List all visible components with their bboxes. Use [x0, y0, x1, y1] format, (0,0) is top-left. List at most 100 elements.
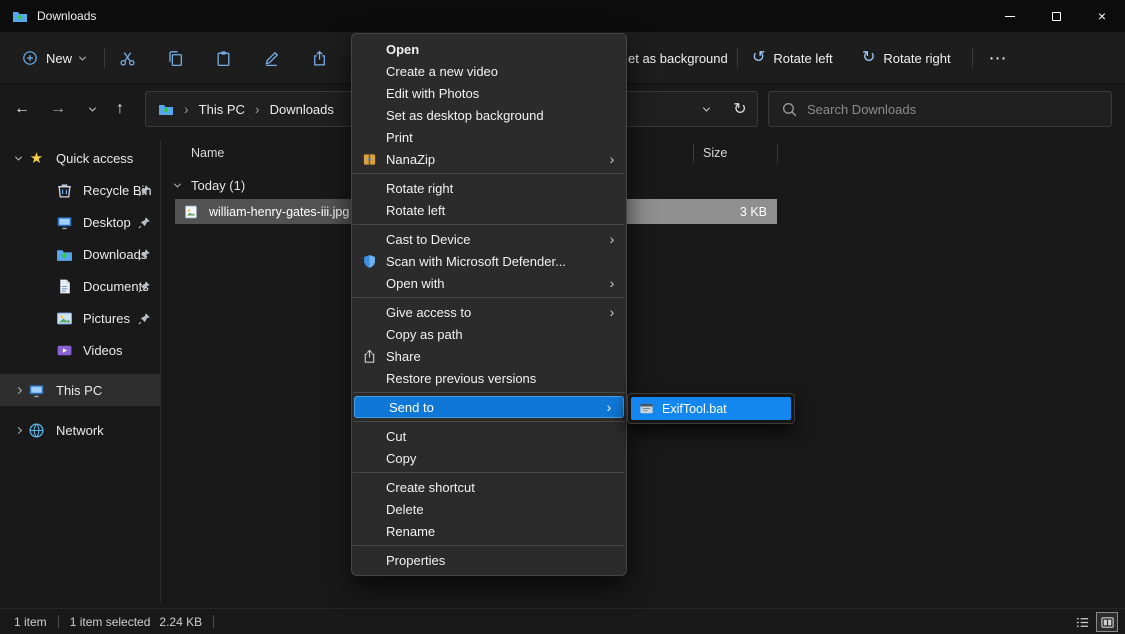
column-header-name[interactable]: Name: [191, 146, 224, 160]
submenu-item-exiftool-bat[interactable]: ExifTool.bat: [631, 397, 791, 420]
context-menu-item-scan-with-defender[interactable]: Scan with Microsoft Defender...: [352, 250, 626, 272]
breadcrumb-downloads[interactable]: Downloads: [268, 102, 336, 117]
context-menu-item-open-with[interactable]: Open with ›: [352, 272, 626, 294]
submenu-item-label: ExifTool.bat: [662, 402, 727, 416]
share-icon: [311, 50, 328, 67]
forward-button[interactable]: →: [42, 93, 74, 125]
context-menu-item-create-a-new-video[interactable]: Create a new video: [352, 60, 626, 82]
context-menu-item-create-shortcut[interactable]: Create shortcut: [352, 476, 626, 498]
context-menu-item-edit-with-photos[interactable]: Edit with Photos: [352, 82, 626, 104]
column-header-size[interactable]: Size: [703, 146, 727, 160]
sidebar-item-downloads[interactable]: Downloads: [0, 238, 160, 270]
menu-separator: [353, 472, 625, 473]
cut-button[interactable]: [115, 46, 139, 70]
column-divider[interactable]: [693, 143, 694, 163]
minimize-button[interactable]: [987, 0, 1033, 32]
sidebar-item-documents[interactable]: Documents: [0, 270, 160, 302]
sidebar-item-this-pc[interactable]: This PC: [0, 374, 160, 406]
set-as-background-button[interactable]: et as background: [628, 32, 728, 84]
context-menu-item-print[interactable]: Print: [352, 126, 626, 148]
context-menu: Open Create a new video Edit with Photos…: [351, 33, 627, 576]
group-header-today[interactable]: Today (1): [175, 173, 245, 197]
search-input[interactable]: [769, 92, 1111, 126]
toolbar-divider: [737, 48, 738, 68]
sidebar-item-quick-access[interactable]: ★ Quick access: [0, 142, 160, 174]
context-menu-item-rotate-left[interactable]: Rotate left: [352, 199, 626, 221]
more-icon: ⋯: [989, 48, 1008, 69]
details-view-button[interactable]: [1071, 612, 1093, 632]
file-size: 3 KB: [740, 205, 767, 219]
context-menu-item-give-access-to[interactable]: Give access to ›: [352, 301, 626, 323]
window-title-area: Downloads: [0, 8, 96, 24]
sidebar-item-label: This PC: [56, 383, 102, 398]
context-menu-item-copy[interactable]: Copy: [352, 447, 626, 469]
chevron-down-icon: [174, 180, 181, 187]
sidebar-item-videos[interactable]: Videos: [0, 334, 160, 366]
address-dropdown-button[interactable]: [689, 92, 723, 126]
pin-icon: [138, 248, 151, 261]
large-icons-view-icon: [1100, 615, 1115, 630]
plus-icon: [22, 50, 38, 66]
context-menu-item-properties[interactable]: Properties: [352, 549, 626, 571]
share-icon: [362, 349, 377, 364]
maximize-button[interactable]: [1033, 0, 1079, 32]
large-icons-view-button[interactable]: [1096, 612, 1118, 632]
sidebar-item-pictures[interactable]: Pictures: [0, 302, 160, 334]
minimize-icon: [1005, 16, 1015, 17]
see-more-button[interactable]: ⋯: [984, 45, 1012, 71]
up-button[interactable]: ↑: [104, 93, 136, 125]
new-button-label: New: [46, 51, 72, 66]
paste-button[interactable]: [211, 46, 235, 70]
this-pc-icon: [28, 382, 45, 399]
sidebar-item-desktop[interactable]: Desktop: [0, 206, 160, 238]
submenu-arrow-icon: ›: [604, 232, 620, 246]
pin-icon: [138, 280, 151, 293]
context-menu-item-copy-as-path[interactable]: Copy as path: [352, 323, 626, 345]
refresh-icon: ↻: [733, 99, 746, 119]
sidebar-item-network[interactable]: Network: [0, 414, 160, 446]
address-bar-end: ↻: [689, 92, 757, 126]
rename-button[interactable]: [259, 46, 283, 70]
pin-icon: [138, 312, 151, 325]
context-menu-item-send-to[interactable]: Send to ›: [354, 396, 624, 418]
sidebar-item-recycle-bin[interactable]: Recycle Bin: [0, 174, 160, 206]
context-menu-item-open[interactable]: Open: [352, 38, 626, 60]
item-count: 1 item: [14, 615, 47, 629]
sidebar-item-label: Pictures: [83, 311, 130, 326]
column-divider[interactable]: [777, 143, 778, 163]
up-icon: ↑: [116, 100, 124, 118]
rotate-right-icon: ↻: [862, 50, 875, 66]
star-icon: ★: [28, 150, 45, 167]
status-bar: 1 item 1 item selected 2.24 KB: [0, 608, 1125, 634]
context-menu-item-rotate-right[interactable]: Rotate right: [352, 177, 626, 199]
breadcrumb-this-pc[interactable]: This PC: [197, 102, 247, 117]
close-button[interactable]: ×: [1079, 0, 1125, 32]
rotate-right-button[interactable]: ↻ Rotate right: [862, 32, 951, 84]
exiftool-icon: [639, 401, 654, 416]
menu-separator: [353, 545, 625, 546]
group-header-label: Today (1): [191, 178, 245, 193]
context-menu-item-nanazip[interactable]: NanaZip ›: [352, 148, 626, 170]
defender-shield-icon: [362, 254, 377, 269]
downloads-icon: [56, 246, 73, 263]
context-menu-item-rename[interactable]: Rename: [352, 520, 626, 542]
context-menu-item-cast-to-device[interactable]: Cast to Device ›: [352, 228, 626, 250]
context-menu-item-share[interactable]: Share: [352, 345, 626, 367]
context-menu-item-delete[interactable]: Delete: [352, 498, 626, 520]
rotate-left-button[interactable]: ↺ Rotate left: [752, 32, 833, 84]
submenu-arrow-icon: ›: [604, 276, 620, 290]
share-button[interactable]: [307, 46, 331, 70]
rotate-right-label: Rotate right: [883, 51, 950, 66]
new-button[interactable]: New: [12, 42, 95, 74]
context-menu-item-set-as-desktop-background[interactable]: Set as desktop background: [352, 104, 626, 126]
rename-icon: [263, 50, 280, 67]
back-button[interactable]: ←: [6, 93, 38, 125]
chevron-down-icon: [702, 104, 709, 111]
sidebar-item-label: Network: [56, 423, 104, 438]
context-menu-item-restore-previous-versions[interactable]: Restore previous versions: [352, 367, 626, 389]
copy-button[interactable]: [163, 46, 187, 70]
refresh-button[interactable]: ↻: [723, 92, 757, 126]
context-menu-item-cut[interactable]: Cut: [352, 425, 626, 447]
image-file-icon: [183, 204, 199, 220]
back-icon: ←: [14, 100, 30, 118]
